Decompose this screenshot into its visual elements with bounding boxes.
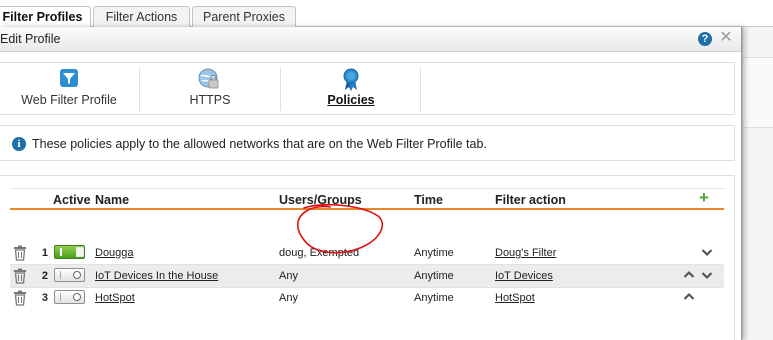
ribbon-badge-icon [343, 68, 359, 91]
move-down-icon[interactable] [701, 267, 713, 283]
policy-name-link[interactable]: HotSpot [95, 292, 135, 304]
filter-action-link[interactable]: Doug's Filter [495, 247, 556, 259]
policies-panel: Active Name Users/Groups Time Filter act… [0, 175, 735, 340]
move-up-icon[interactable] [683, 289, 695, 305]
time-cell: Anytime [414, 292, 454, 304]
tab-label: HTTPS [189, 93, 231, 107]
table-row[interactable]: 3 HotSpot Any Anytime HotSpot [10, 287, 724, 309]
column-header-users[interactable]: Users/Groups [279, 193, 362, 207]
table-header: Active Name Users/Groups Time Filter act… [10, 188, 724, 210]
tab-label: Parent Proxies [203, 10, 285, 24]
tab-label: Filter Actions [105, 10, 178, 24]
dialog-title-bar[interactable]: Edit Profile ? ✕ [0, 27, 741, 52]
edit-profile-dialog: Edit Profile ? ✕ Web Filter Profile HTTP… [0, 27, 742, 340]
globe-lock-icon [198, 68, 219, 89]
info-banner: i These policies apply to the allowed ne… [0, 125, 735, 161]
active-toggle[interactable] [54, 268, 85, 282]
tab-label: Filter Profiles [2, 10, 83, 24]
info-icon: i [12, 137, 26, 151]
tab-filter-actions[interactable]: Filter Actions [93, 6, 190, 27]
active-toggle[interactable] [54, 245, 85, 259]
trash-icon[interactable] [13, 245, 27, 261]
move-down-icon[interactable] [701, 244, 713, 260]
row-number: 1 [41, 247, 48, 259]
tab-label: Web Filter Profile [21, 93, 117, 107]
profile-tab-bar: Web Filter Profile HTTPS Policies [0, 62, 735, 115]
policy-name-link[interactable]: IoT Devices In the House [95, 270, 218, 282]
time-cell: Anytime [414, 270, 454, 282]
policy-name-link[interactable]: Dougga [95, 247, 134, 259]
time-cell: Anytime [414, 247, 454, 259]
plus-icon[interactable]: + [699, 189, 709, 207]
funnel-icon [60, 69, 78, 87]
users-groups-cell: Any [279, 270, 298, 282]
trash-icon[interactable] [13, 268, 27, 284]
tab-divider [420, 67, 421, 111]
tab-filter-profiles[interactable]: Filter Profiles [0, 6, 91, 28]
users-groups-cell: Any [279, 292, 298, 304]
users-groups-cell: doug, Exempted [279, 247, 360, 259]
row-number: 2 [41, 270, 48, 282]
info-text: These policies apply to the allowed netw… [32, 137, 487, 151]
table-row[interactable]: 1 Dougga doug, Exempted Anytime Doug's F… [10, 242, 724, 264]
tab-policies[interactable]: Policies [281, 63, 421, 115]
row-number: 3 [41, 292, 48, 304]
filter-action-link[interactable]: HotSpot [495, 292, 535, 304]
help-icon[interactable]: ? [698, 32, 712, 46]
tab-label: Policies [327, 93, 375, 107]
column-header-time[interactable]: Time [414, 193, 443, 207]
filter-action-link[interactable]: IoT Devices [495, 270, 553, 282]
active-toggle[interactable] [54, 290, 85, 304]
background-panel [743, 57, 773, 128]
dialog-title: Edit Profile [0, 32, 61, 46]
tab-parent-proxies[interactable]: Parent Proxies [192, 6, 296, 27]
close-icon[interactable]: ✕ [718, 29, 734, 47]
table-row[interactable]: 2 IoT Devices In the House Any Anytime I… [10, 265, 724, 287]
column-header-active[interactable]: Active [53, 193, 91, 207]
tab-web-filter-profile[interactable]: Web Filter Profile [0, 63, 138, 115]
column-header-name[interactable]: Name [95, 193, 129, 207]
outer-tab-bar: Filter Profiles Filter Actions Parent Pr… [0, 0, 773, 28]
move-up-icon[interactable] [683, 267, 695, 283]
trash-icon[interactable] [13, 290, 27, 306]
tab-https[interactable]: HTTPS [140, 63, 280, 115]
column-header-filter-action[interactable]: Filter action [495, 193, 566, 207]
background-page-edge [742, 27, 773, 340]
